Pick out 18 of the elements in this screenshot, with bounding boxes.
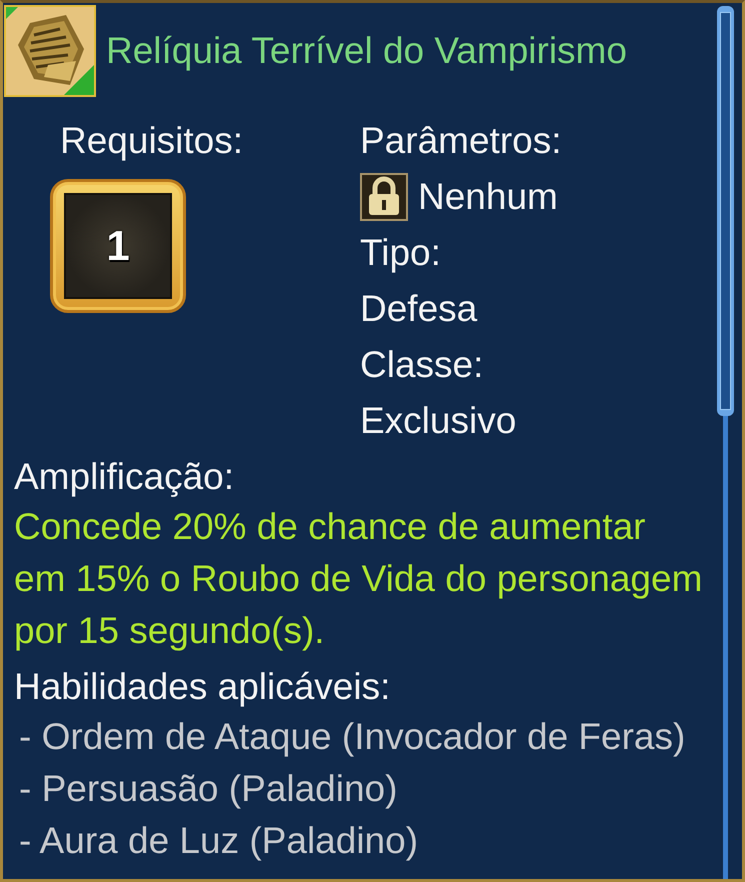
parameters-value: Nenhum: [418, 175, 558, 219]
skill-item: - Aura de Luz (Paladino): [18, 819, 418, 863]
skill-item: - Persuasão (Paladino): [18, 767, 398, 811]
field-value: Exclusivo: [360, 399, 516, 443]
amplification-label: Amplificação:: [13, 455, 234, 499]
requirements-label: Requisitos:: [59, 119, 244, 163]
relic-icon: [4, 4, 96, 96]
lock-icon: [360, 173, 408, 221]
field-label: Tipo:: [360, 231, 441, 275]
level-value: 1: [106, 223, 130, 269]
skill-item: - Ordem de Ataque (Invocador de Feras): [18, 715, 686, 759]
skills-label: Habilidades aplicáveis:: [13, 665, 390, 709]
field-label: Classe:: [360, 343, 484, 387]
parameters-label: Parâmetros:: [360, 119, 562, 163]
amplification-text: Concede 20% de chance de aumentar em 15% o Roubo de Vida do personagem por 15 segundo(s).: [14, 505, 704, 653]
scrollbar-thumb[interactable]: [716, 6, 734, 416]
item-title: Relíquia Terrível do Vampirismo: [106, 30, 627, 72]
field-value: Defesa: [360, 287, 478, 331]
